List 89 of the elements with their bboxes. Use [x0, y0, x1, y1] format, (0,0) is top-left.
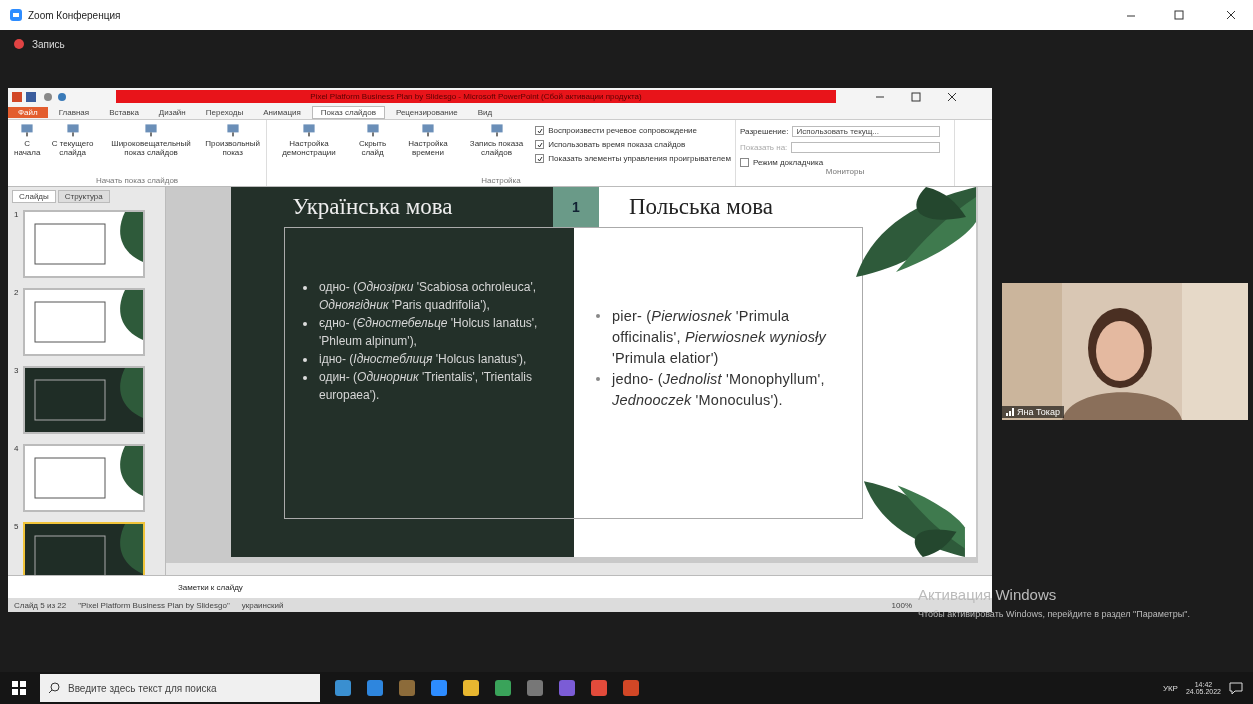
resolution-label: Разрешение: — [740, 127, 789, 136]
ribbon-button[interactable]: Настройка времени — [398, 122, 458, 176]
app-icon[interactable] — [590, 679, 608, 697]
bullet-icon — [303, 322, 307, 326]
notification-icon[interactable] — [1229, 681, 1243, 695]
ribbon-button[interactable]: Произвольный показ — [203, 122, 262, 176]
bullet-icon — [596, 377, 600, 381]
bullet-icon — [303, 286, 307, 290]
slide-number-badge: 1 — [553, 187, 599, 227]
ribbon-tab[interactable]: Переходы — [196, 105, 253, 119]
checkbox-label: Воспроизвести речевое сопровождение — [548, 126, 697, 135]
checkbox[interactable] — [535, 126, 545, 135]
bullet-text: jedno- (Jednolist 'Monophyllum', Jednooczek 'Monoculus'). — [612, 370, 826, 410]
pane-tab[interactable]: Слайды — [12, 190, 56, 203]
participant-name: Яна Токар — [1017, 407, 1060, 417]
app-icon[interactable] — [430, 679, 448, 697]
status-text: украинский — [241, 600, 284, 610]
status-text: Слайд 5 из 22 — [14, 600, 67, 610]
activation-text: Чтобы активировать Windows, перейдите в раздел "Параметры". — [918, 608, 1191, 621]
projector-icon — [19, 122, 36, 138]
ribbon-tab[interactable]: Рецензирование — [386, 105, 467, 119]
projector-icon — [224, 122, 241, 138]
file-tab[interactable]: Файл — [8, 106, 48, 118]
slide-thumbnail[interactable] — [23, 522, 145, 575]
app-icon[interactable] — [494, 679, 512, 697]
slide-title: Польська мова — [629, 194, 774, 220]
ribbon-tab[interactable]: Вид — [468, 105, 502, 119]
record-label: Запись — [32, 38, 65, 50]
ribbon-button[interactable]: Скрыть слайд — [350, 122, 395, 176]
slide-number: 4 — [14, 444, 19, 453]
projector-icon — [64, 122, 81, 138]
app-icon[interactable] — [462, 679, 480, 697]
record-icon — [14, 39, 24, 49]
checkbox-label: Режим докладчика — [753, 158, 824, 167]
app-icon[interactable] — [526, 679, 544, 697]
search-icon — [48, 682, 60, 694]
resolution-dropdown[interactable]: Использовать текущ... — [792, 126, 940, 137]
bullet-text: ідно- (Ідностеблиця 'Holcus lanatus'), — [319, 351, 527, 368]
status-text: "Pixel Platform Business Plan by Slidesgo" — [78, 600, 230, 610]
projector-icon — [364, 122, 381, 138]
ribbon-tab[interactable]: Дизайн — [149, 105, 195, 119]
checkbox[interactable] — [535, 154, 545, 163]
slide-thumbnail[interactable] — [23, 210, 145, 278]
window-title: Zoom Конференция — [28, 9, 121, 21]
slide-title: Українська мова — [291, 193, 454, 221]
search-field[interactable]: Введите здесь текст для поиска — [40, 674, 320, 702]
checkbox[interactable] — [740, 158, 749, 167]
show-on-label: Показать на: — [740, 143, 788, 152]
bullet-text: pier- (Pierwiosnek 'Primula officinalis', Pierwiosnek wyniosły 'Primula elatior') — [612, 307, 828, 368]
projector-icon — [419, 122, 436, 138]
ribbon-button[interactable]: Запись показа слайдов — [461, 122, 532, 176]
slide-number: 3 — [14, 366, 19, 375]
slide-number: 2 — [14, 288, 19, 297]
bullet-text: один- (Одинорник 'Trientalis', 'Trientalis europaea'). — [319, 369, 533, 404]
zoom-level: 100% — [891, 600, 912, 610]
ribbon-button[interactable]: С начала — [12, 122, 43, 176]
slide-number: 1 — [14, 210, 19, 219]
group-label: Настройка — [480, 176, 522, 186]
language-indicator[interactable]: УКР — [1162, 683, 1178, 693]
ribbon-button[interactable]: Широковещательный показ слайдов — [102, 122, 200, 176]
app-logo-icon — [10, 9, 22, 21]
group-label: Мониторы — [824, 167, 866, 177]
ribbon-tab[interactable]: Главная — [49, 105, 99, 119]
ribbon-button[interactable]: С текущего слайда — [46, 122, 99, 176]
bullet-icon — [303, 376, 307, 380]
ribbon-button[interactable]: Настройка демонстрации — [271, 122, 347, 176]
slide-thumbnail[interactable] — [23, 444, 145, 512]
app-icon[interactable] — [622, 679, 640, 697]
checkbox[interactable] — [535, 140, 545, 149]
slide-number: 5 — [14, 522, 19, 531]
projector-icon — [488, 122, 505, 138]
ribbon-tab[interactable]: Показ слайдов — [311, 105, 385, 119]
ribbon-tab[interactable]: Вставка — [100, 105, 148, 119]
checkbox-label: Использовать время показа слайдов — [548, 140, 686, 149]
app-icon[interactable] — [334, 679, 352, 697]
ribbon-tab[interactable]: Анимация — [254, 105, 310, 119]
title-bar: Pixel Platform Business Plan by Slidesgo - Microsoft PowerPoint (Сбой активации продукта) — [116, 90, 836, 103]
bullet-icon — [596, 314, 600, 318]
bullet-icon — [303, 358, 307, 362]
signal-icon — [1006, 408, 1014, 416]
checkbox-label: Показать элементы управления проигрывателем — [548, 154, 731, 163]
group-label: Начать показ слайдов — [94, 176, 180, 186]
slide-thumbnail[interactable] — [23, 288, 145, 356]
app-icon[interactable] — [366, 679, 384, 697]
projector-icon — [143, 122, 160, 138]
slide-thumbnail[interactable] — [23, 366, 145, 434]
start-icon[interactable] — [12, 681, 26, 695]
projector-icon — [301, 122, 317, 138]
pane-tab[interactable]: Структура — [57, 190, 110, 203]
